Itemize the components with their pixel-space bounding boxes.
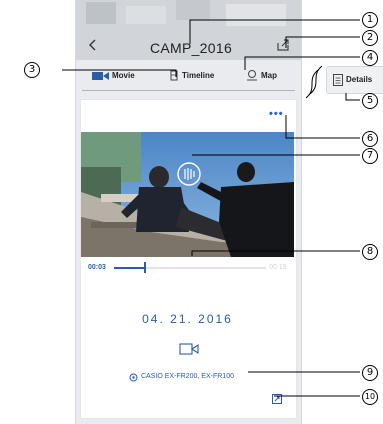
callout-2: 2 <box>362 30 378 46</box>
callout-lines <box>62 19 360 397</box>
callout-1: 1 <box>362 12 378 28</box>
callout-5: 5 <box>362 93 378 109</box>
callout-3: 3 <box>24 62 40 78</box>
callout-4: 4 <box>362 50 378 66</box>
callout-9: 9 <box>362 365 378 381</box>
callout-8: 8 <box>362 244 378 260</box>
callout-6: 6 <box>362 131 378 147</box>
callout-7: 7 <box>362 148 378 164</box>
callout-10: 10 <box>362 389 378 405</box>
